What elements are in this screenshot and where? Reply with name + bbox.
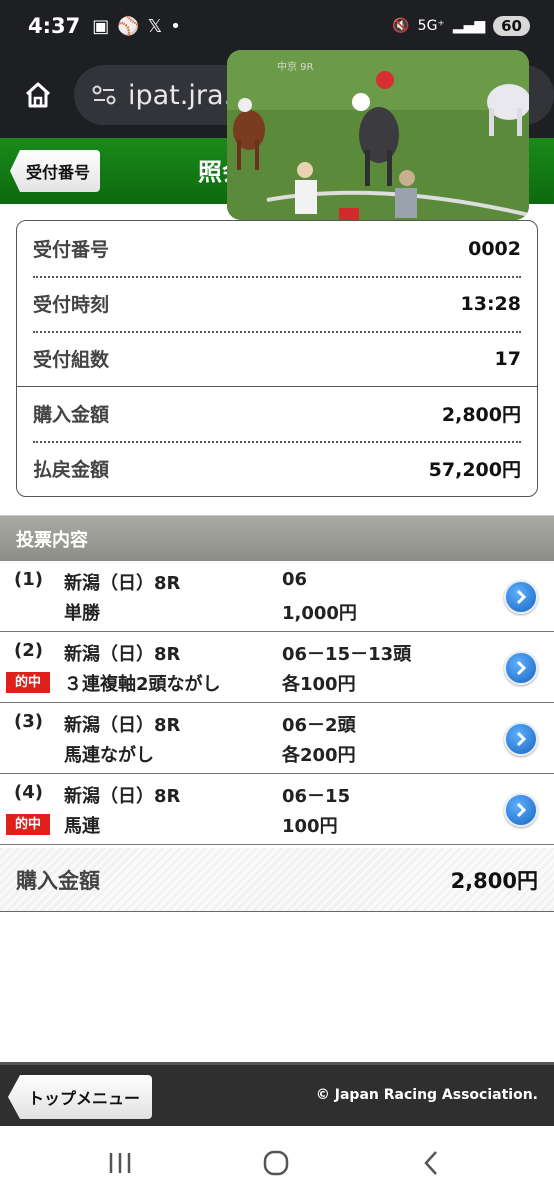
site-settings-icon[interactable] xyxy=(90,81,118,109)
summary-row-purchase-amount: 購入金額 2,800円 xyxy=(33,386,521,441)
receipt-summary-card: 受付番号 0002 受付時刻 13:28 受付組数 17 購入金額 2,800円… xyxy=(16,220,538,497)
back-to-receipt-button[interactable]: 受付番号 xyxy=(10,150,101,192)
vote-combination: 06－15－13頭 xyxy=(282,644,412,665)
vote-number: (2) xyxy=(14,640,43,661)
vote-detail-button[interactable] xyxy=(504,580,538,614)
mute-icon: 🔇 xyxy=(392,18,410,34)
summary-label: 払戻金額 xyxy=(33,459,110,481)
vote-bet-type: 馬連ながし xyxy=(64,745,154,766)
system-icons: 🔇 5G⁺ ▂▄▆ 60 xyxy=(392,16,530,36)
status-time: 4:37 xyxy=(28,14,81,38)
vote-number: (4) xyxy=(14,782,43,803)
total-value: 2,800円 xyxy=(450,868,538,893)
back-arrow-icon xyxy=(424,1151,437,1175)
video-race-label: 中京 9R xyxy=(277,62,314,73)
app-root: 4:37 ▣ ⚾ 𝕏 • 🔇 5G⁺ ▂▄▆ 60 ipat.jra.go.jp… xyxy=(0,0,554,1200)
network-label: 5G⁺ xyxy=(417,18,445,34)
race-video-overlay[interactable]: 中京 9R xyxy=(227,50,529,220)
x-app-icon: 𝕏 xyxy=(147,15,163,37)
chevron-right-icon xyxy=(516,589,527,605)
summary-row-receipt-time: 受付時刻 13:28 xyxy=(33,276,521,331)
summary-label: 受付時刻 xyxy=(33,294,110,316)
vote-row-1[interactable]: (1) 新潟（日）8R 単勝 06 1,000円 xyxy=(0,561,554,632)
race-scene-image xyxy=(227,50,529,220)
summary-label: 購入金額 xyxy=(33,404,110,426)
vote-race: 新潟（日）8R xyxy=(64,786,181,807)
vote-detail-button[interactable] xyxy=(504,651,538,685)
vote-bet-type: ３連複軸2頭ながし xyxy=(64,674,221,695)
vote-amount: 1,000円 xyxy=(282,603,357,624)
vote-combination: 06－2頭 xyxy=(282,715,356,736)
summary-value: 57,200円 xyxy=(428,459,521,481)
vote-combination: 06－15 xyxy=(282,786,351,807)
vote-race: 新潟（日）8R xyxy=(64,573,181,594)
footer: トップメニュー © Japan Racing Association. xyxy=(0,1062,554,1126)
dot-icon: • xyxy=(170,15,181,37)
vote-combination: 06 xyxy=(282,569,308,590)
system-navigation-bar xyxy=(0,1126,554,1200)
summary-value: 13:28 xyxy=(460,292,521,315)
vote-amount: 各100円 xyxy=(282,674,356,695)
summary-value: 2,800円 xyxy=(441,404,521,426)
vote-bet-type: 馬連 xyxy=(64,816,100,837)
screenshot-icon: ▣ xyxy=(92,15,110,37)
total-label: 購入金額 xyxy=(16,868,100,893)
summary-label: 受付組数 xyxy=(33,349,110,371)
home-circle-icon xyxy=(263,1150,289,1176)
vote-detail-button[interactable] xyxy=(504,793,538,827)
vote-row-2[interactable]: (2) 的中 新潟（日）8R ３連複軸2頭ながし 06－15－13頭 各100円 xyxy=(0,632,554,703)
purchase-total-bar: 購入金額 2,800円 xyxy=(0,848,554,912)
hit-badge: 的中 xyxy=(6,672,50,693)
recent-apps-button[interactable] xyxy=(100,1146,140,1180)
summary-value: 17 xyxy=(494,347,521,370)
vote-number: (1) xyxy=(14,569,43,590)
home-icon xyxy=(25,82,51,108)
vote-amount: 100円 xyxy=(282,816,338,837)
vote-race: 新潟（日）8R xyxy=(64,715,181,736)
home-button[interactable] xyxy=(20,77,56,113)
copyright-text: © Japan Racing Association. xyxy=(315,1087,538,1103)
hit-badge: 的中 xyxy=(6,814,50,835)
chevron-right-icon xyxy=(516,731,527,747)
vote-row-4[interactable]: (4) 的中 新潟（日）8R 馬連 06－15 100円 xyxy=(0,774,554,845)
battery-indicator: 60 xyxy=(493,16,530,36)
baseball-icon: ⚾ xyxy=(117,15,140,37)
chevron-right-icon xyxy=(516,802,527,818)
recent-apps-icon xyxy=(109,1153,131,1173)
signal-icon: ▂▄▆ xyxy=(452,18,486,34)
summary-row-set-count: 受付組数 17 xyxy=(33,331,521,386)
summary-row-payout-amount: 払戻金額 57,200円 xyxy=(33,441,521,496)
top-menu-button[interactable]: トップメニュー xyxy=(8,1075,153,1119)
vote-bet-type: 単勝 xyxy=(64,603,100,624)
vote-detail-button[interactable] xyxy=(504,722,538,756)
summary-label: 受付番号 xyxy=(33,239,110,261)
summary-row-receipt-no: 受付番号 0002 xyxy=(33,221,521,276)
vote-number: (3) xyxy=(14,711,43,732)
back-nav-button[interactable] xyxy=(412,1146,452,1180)
notification-icons: ▣ ⚾ 𝕏 • xyxy=(92,16,181,37)
vote-race: 新潟（日）8R xyxy=(64,644,181,665)
chevron-right-icon xyxy=(516,660,527,676)
status-bar: 4:37 ▣ ⚾ 𝕏 • 🔇 5G⁺ ▂▄▆ 60 xyxy=(0,0,554,52)
vote-row-3[interactable]: (3) 新潟（日）8R 馬連ながし 06－2頭 各200円 xyxy=(0,703,554,774)
vote-amount: 各200円 xyxy=(282,745,356,766)
home-nav-button[interactable] xyxy=(256,1146,296,1180)
summary-value: 0002 xyxy=(468,237,521,260)
vote-section-header: 投票内容 xyxy=(0,515,554,561)
